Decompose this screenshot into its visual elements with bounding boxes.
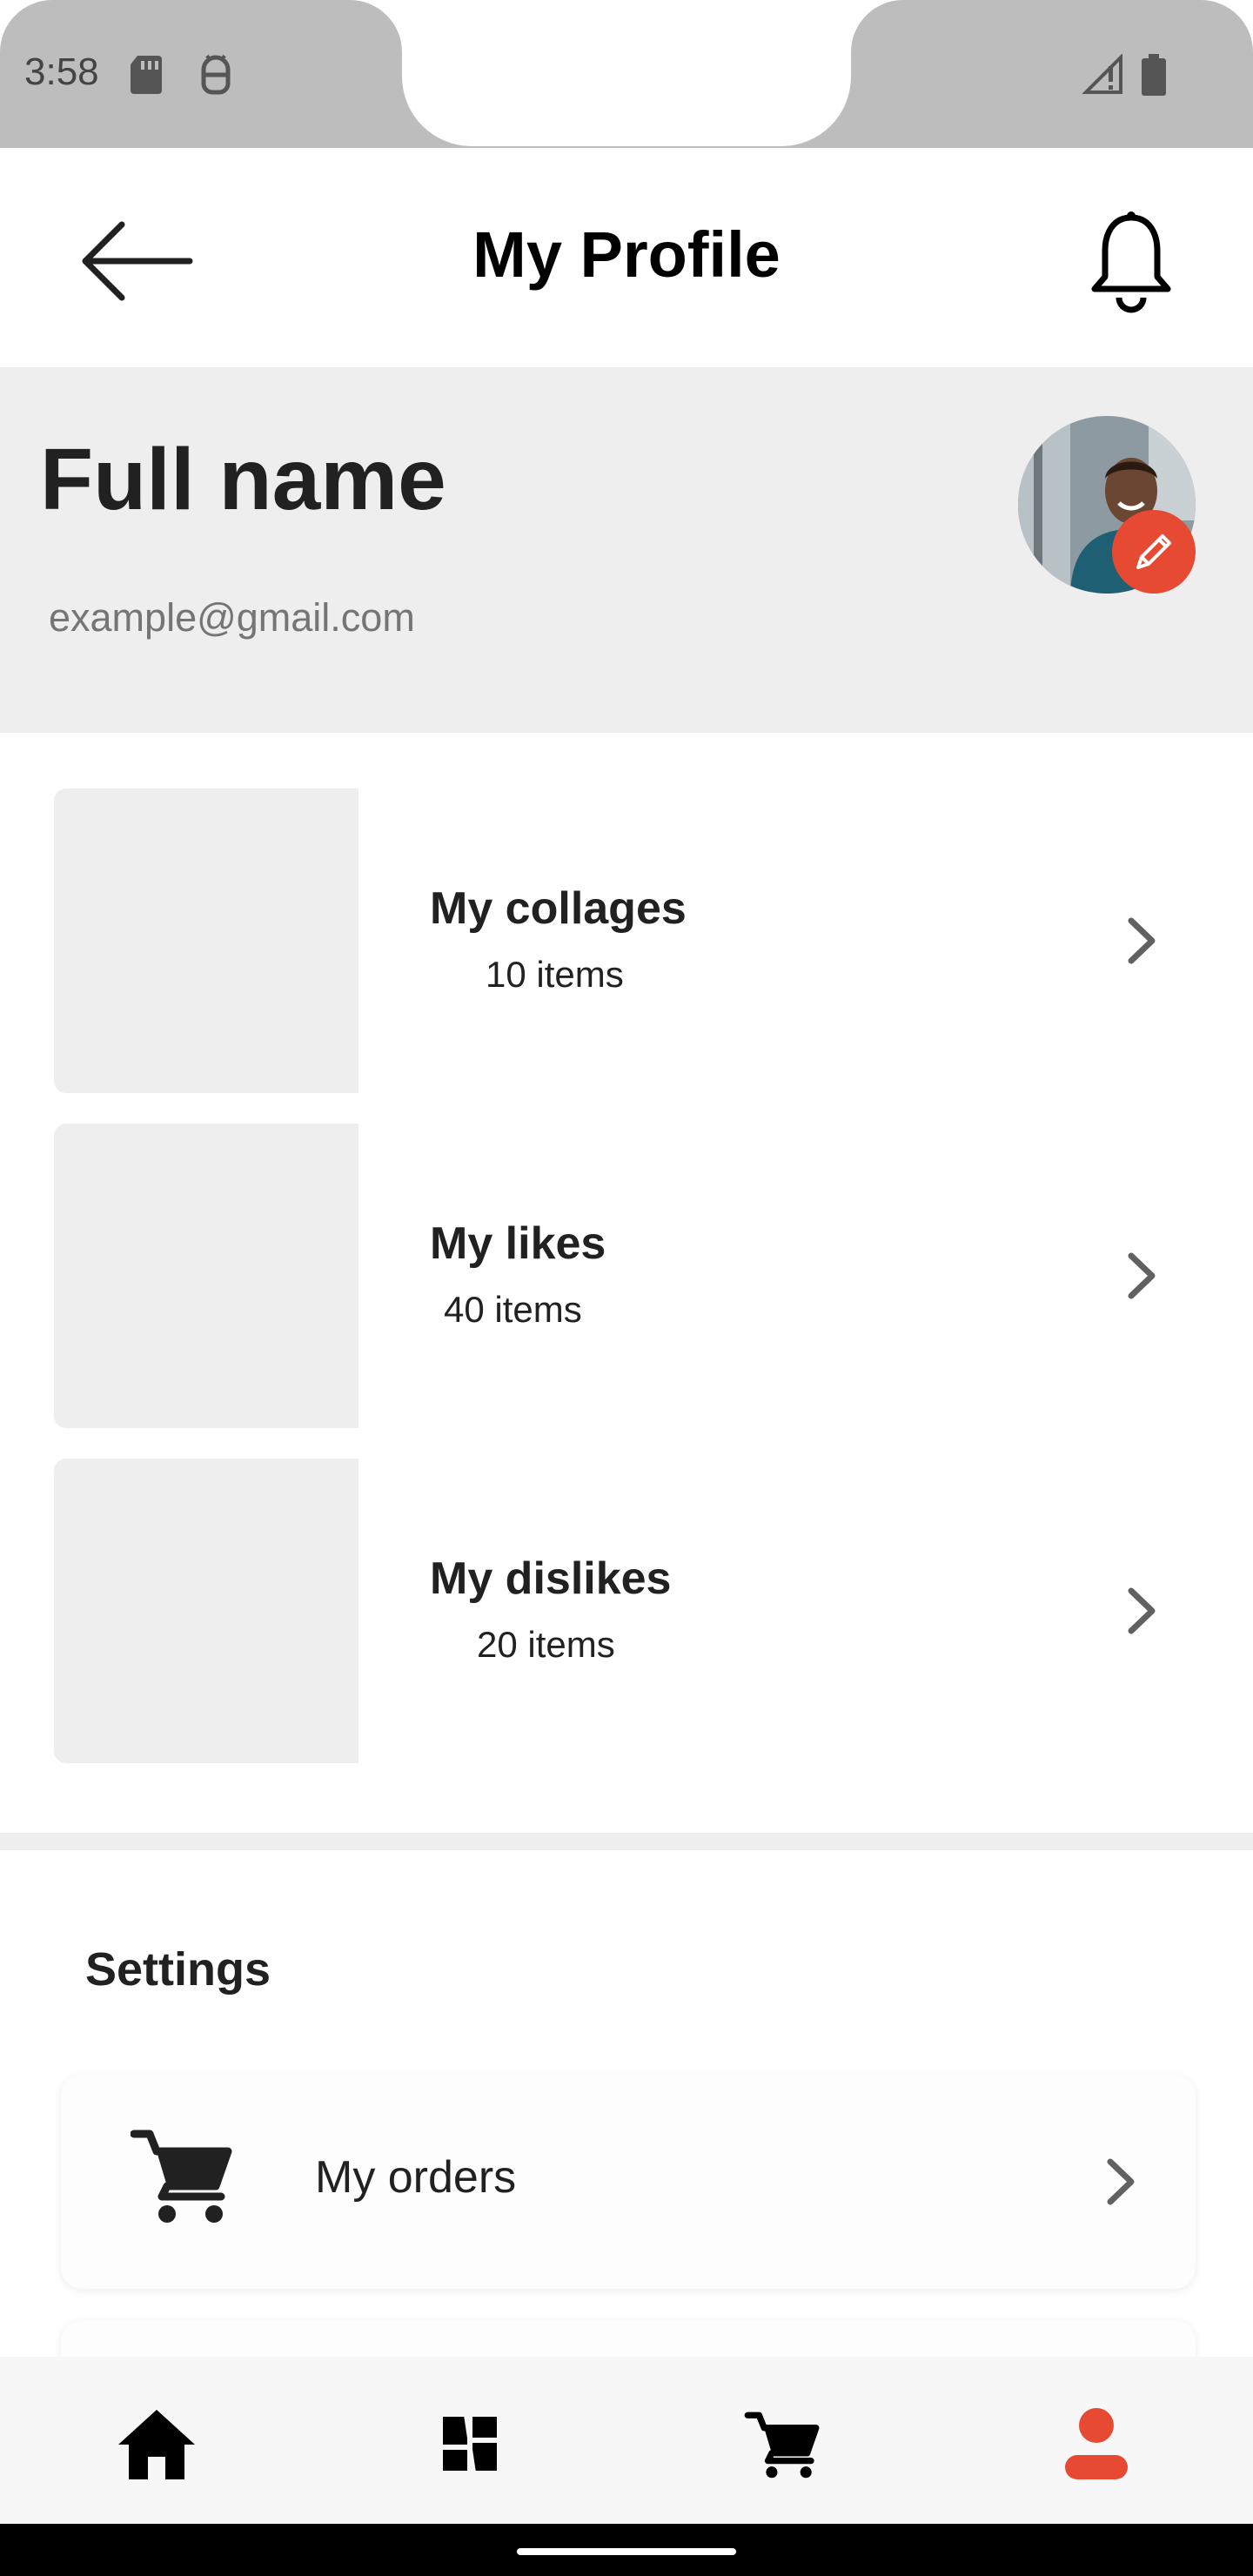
nav-cart[interactable]: [731, 2400, 835, 2487]
status-time: 3:58: [24, 50, 99, 93]
edit-avatar-button[interactable]: [1112, 510, 1196, 594]
home-icon: [118, 2410, 195, 2479]
collection-thumbnail: [54, 1124, 358, 1428]
collection-title: My likes: [430, 1218, 606, 1269]
settings-heading: Settings: [85, 1943, 271, 1996]
collection-item-likes[interactable]: My likes 40 items: [54, 1124, 1203, 1428]
collection-count: 10 items: [486, 954, 624, 995]
profile-section: Full name example@gmail.com: [0, 367, 1253, 733]
collection-item-dislikes[interactable]: My dislikes 20 items: [54, 1459, 1203, 1763]
person-icon: [1065, 2408, 1128, 2479]
bottom-navigation: [0, 2357, 1253, 2524]
profile-name: Full name: [40, 431, 446, 528]
status-bar-right: [851, 0, 1253, 148]
chevron-right-icon: [1128, 1252, 1156, 1299]
collection-count: 40 items: [444, 1289, 582, 1330]
profile-email: example@gmail.com: [49, 595, 415, 640]
page-title: My Profile: [472, 218, 781, 291]
cart-icon: [744, 2412, 820, 2479]
collection-thumbnail: [54, 788, 358, 1093]
collection-item-collages[interactable]: My collages 10 items: [54, 788, 1203, 1093]
nav-home[interactable]: [104, 2400, 209, 2487]
system-navigation-bar: [0, 2524, 1253, 2576]
collection-thumbnail: [54, 1459, 358, 1763]
notifications-button[interactable]: [1088, 209, 1175, 313]
collection-title: My collages: [430, 883, 687, 934]
collection-title: My dislikes: [430, 1553, 672, 1604]
chevron-right-icon: [1128, 917, 1156, 964]
android-debug-icon: [197, 54, 235, 100]
sd-card-icon: [129, 54, 164, 100]
status-bar: 3:58: [0, 0, 1253, 148]
chevron-right-icon: [1107, 2158, 1135, 2205]
nav-collages[interactable]: [418, 2400, 522, 2487]
collection-count: 20 items: [477, 1624, 615, 1665]
bell-icon: [1091, 211, 1171, 313]
cart-icon: [131, 2130, 232, 2223]
battery-icon: [1142, 54, 1166, 100]
signal-icon: [1082, 53, 1124, 100]
camera-notch: [402, 0, 851, 146]
settings-item-my-orders[interactable]: My orders: [61, 2075, 1196, 2289]
nav-profile[interactable]: [1044, 2400, 1149, 2487]
home-gesture-pill[interactable]: [517, 2548, 736, 2555]
pencil-icon: [1136, 534, 1171, 569]
collage-icon: [443, 2414, 497, 2473]
app-header: My Profile: [0, 148, 1253, 367]
chevron-right-icon: [1128, 1587, 1156, 1634]
section-divider: [0, 1833, 1253, 1850]
settings-item-label: My orders: [315, 2152, 517, 2203]
